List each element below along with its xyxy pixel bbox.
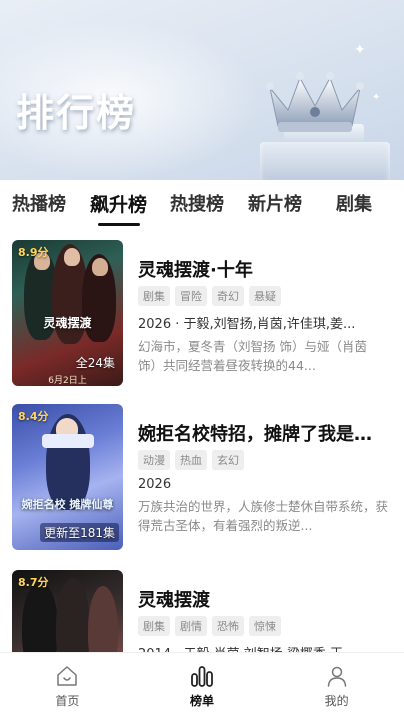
poster-date: 6月2日上 <box>48 376 87 386</box>
nav-profile[interactable]: 我的 <box>269 653 404 720</box>
tag: 奇幻 <box>212 286 244 306</box>
rank-list: 8.9分 灵魂摆渡 全24集 6月2日上 灵魂摆渡·十年 剧集 冒险 奇幻 悬疑… <box>0 232 404 652</box>
tag: 动漫 <box>138 450 170 470</box>
poster-image[interactable]: 8.4分 婉拒名校 摊牌仙尊 更新至181集 <box>12 404 123 550</box>
episode-count: 更新至181集 <box>40 523 119 542</box>
tag: 恐怖 <box>212 616 244 636</box>
tag: 玄幻 <box>212 450 244 470</box>
episode-count: 全24集 <box>75 356 115 370</box>
item-meta: 2026 · 于毅,刘智扬,肖茵,许佳琪,姜... <box>138 317 356 332</box>
poster-title: 婉拒名校 摊牌仙尊 <box>21 498 114 511</box>
tag: 热血 <box>175 450 207 470</box>
crown-icon <box>266 72 364 132</box>
score-badge: 8.4分 <box>18 410 49 423</box>
nav-rank-label: 榜单 <box>190 694 215 708</box>
chart-icon <box>191 666 213 687</box>
tab-series[interactable]: 剧集 <box>336 190 372 216</box>
poster-image[interactable]: 8.9分 灵魂摆渡 全24集 6月2日上 <box>12 240 123 386</box>
tag: 剧集 <box>138 286 170 306</box>
sparkle-icon: ✦ <box>372 92 381 103</box>
item-meta: 2026 <box>138 477 172 492</box>
home-icon <box>57 666 78 686</box>
tag: 剧情 <box>175 616 207 636</box>
nav-profile-label: 我的 <box>324 694 349 708</box>
nav-home-label: 首页 <box>55 694 80 708</box>
list-item[interactable]: 8.7分 灵魂摆渡 剧集 剧情 恐怖 惊悚 2014 · 于毅,肖茵,刘智扬,梁… <box>0 562 404 652</box>
bottom-nav: 首页 榜单 我的 <box>0 652 404 720</box>
item-title[interactable]: 灵魂摆渡·十年 <box>138 256 388 280</box>
user-icon <box>327 666 346 687</box>
item-description: 幻海市，夏冬青（刘智扬 饰）与娅（肖茵 饰）共同经营着昼夜转换的44... <box>138 339 367 373</box>
rank-tabs: 热播榜 飙升榜 热搜榜 新片榜 剧集 <box>0 180 404 224</box>
sparkle-icon: ✦ <box>354 42 366 58</box>
score-badge: 8.9分 <box>18 246 49 259</box>
tag-list: 剧集 冒险 奇幻 悬疑 <box>138 286 388 306</box>
list-item[interactable]: 8.9分 灵魂摆渡 全24集 6月2日上 灵魂摆渡·十年 剧集 冒险 奇幻 悬疑… <box>0 232 404 386</box>
item-title[interactable]: 婉拒名校特招，摊牌了我是仙... <box>138 420 388 444</box>
poster-title: 灵魂摆渡 <box>43 316 92 330</box>
banner-title: 排行榜 <box>16 91 137 135</box>
poster-image[interactable]: 8.7分 <box>12 570 123 652</box>
item-description: 万族共治的世界，人族修士楚休自带系统，获得荒古圣体，有着强烈的叛逆... <box>138 499 388 533</box>
tag: 剧集 <box>138 616 170 636</box>
rank-banner: 排行榜 ✦ ✦ <box>0 0 404 180</box>
item-title[interactable]: 灵魂摆渡 <box>138 586 388 610</box>
tab-new-release[interactable]: 新片榜 <box>248 190 302 216</box>
tag: 冒险 <box>175 286 207 306</box>
score-badge: 8.7分 <box>18 576 49 589</box>
list-item[interactable]: 8.4分 婉拒名校 摊牌仙尊 更新至181集 婉拒名校特招，摊牌了我是仙... … <box>0 396 404 550</box>
tag: 惊悚 <box>249 616 281 636</box>
pedestal <box>260 142 390 180</box>
tag-list: 动漫 热血 玄幻 <box>138 450 388 470</box>
nav-rank[interactable]: 榜单 <box>135 653 270 720</box>
tab-rising[interactable]: 飙升榜 <box>90 190 147 217</box>
tab-hot-search[interactable]: 热搜榜 <box>170 190 224 216</box>
tag: 悬疑 <box>249 286 281 306</box>
tab-hot-play[interactable]: 热播榜 <box>12 190 66 216</box>
tag-list: 剧集 剧情 恐怖 惊悚 <box>138 616 388 636</box>
nav-home[interactable]: 首页 <box>0 653 135 720</box>
item-meta: 2014 · 于毅,肖茵,刘智扬,梁椰秀,王... <box>138 643 388 652</box>
